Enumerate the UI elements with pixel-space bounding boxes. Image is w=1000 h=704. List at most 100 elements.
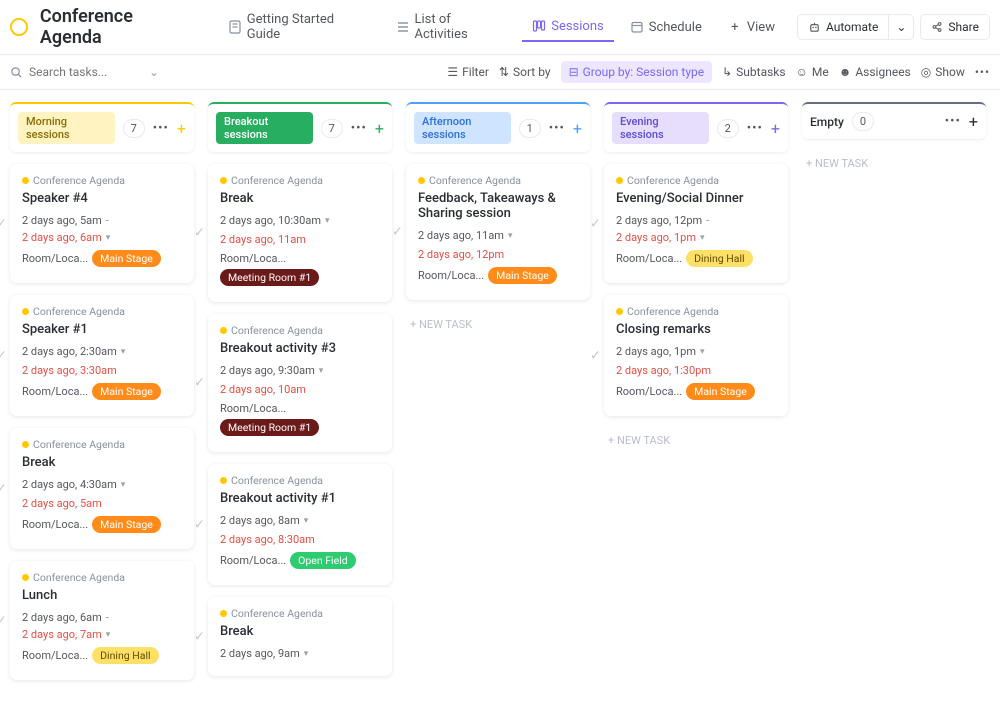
column-label[interactable]: Empty — [810, 115, 844, 129]
column-add[interactable]: + — [375, 119, 384, 138]
location-pill: Dining Hall — [92, 647, 158, 664]
check-icon[interactable]: ✓ — [194, 226, 205, 241]
chevron-down-icon[interactable]: ▾ — [319, 366, 324, 376]
task-card[interactable]: ✓Conference AgendaBreak2 days ago, 10:30… — [208, 164, 392, 302]
column-more[interactable]: ••• — [549, 121, 565, 136]
chevron-down-icon[interactable]: ▾ — [304, 516, 309, 526]
start-time: 2 days ago, 9am — [220, 647, 300, 660]
column-more[interactable]: ••• — [945, 114, 961, 129]
column-label[interactable]: Breakout sessions — [216, 112, 313, 144]
search-dropdown[interactable]: ⌄ — [149, 65, 159, 79]
new-task-button[interactable]: + NEW TASK — [406, 312, 590, 337]
chevron-down-icon[interactable]: ▾ — [508, 231, 513, 241]
filter-button[interactable]: ☰Filter — [447, 65, 489, 79]
card-title: Break — [22, 455, 182, 470]
task-card[interactable]: ✓Conference AgendaBreakout activity #12 … — [208, 464, 392, 585]
task-card[interactable]: ✓Conference AgendaSpeaker #42 days ago, … — [10, 164, 194, 283]
check-icon[interactable]: ✓ — [194, 629, 205, 644]
card-title: Lunch — [22, 588, 182, 603]
search-input[interactable] — [29, 65, 139, 79]
card-time-row: 2 days ago, 10:30am ▾ — [220, 214, 380, 227]
check-icon[interactable]: ✓ — [0, 481, 7, 496]
check-icon[interactable]: ✓ — [0, 216, 7, 231]
card-due-row: 2 days ago, 12pm — [418, 248, 578, 261]
location-pill: Main Stage — [92, 516, 161, 533]
task-card[interactable]: ✓Conference AgendaClosing remarks2 days … — [604, 295, 788, 416]
automate-dropdown[interactable]: ⌄ — [889, 14, 914, 40]
check-icon[interactable]: ✓ — [590, 216, 601, 231]
toolbar-more[interactable]: ••• — [975, 65, 990, 79]
status-dot-icon — [220, 477, 227, 484]
column-label[interactable]: Morning sessions — [18, 112, 115, 144]
chevron-down-icon[interactable]: ▾ — [700, 347, 705, 357]
card-time-row: 2 days ago, 4:30am ▾ — [22, 478, 182, 491]
column-header: Empty0•••+ — [802, 102, 986, 139]
card-breadcrumb: Conference Agenda — [616, 305, 776, 318]
check-icon[interactable]: ✓ — [590, 348, 601, 363]
column-afternoon: Afternoon sessions1•••+✓Conference Agend… — [406, 102, 590, 337]
start-time: 2 days ago, 6am — [22, 611, 102, 624]
chevron-down-icon[interactable]: ▾ — [700, 233, 705, 243]
filter-icon: ☰ — [447, 65, 458, 79]
chevron-down-icon[interactable]: ▾ — [304, 649, 309, 659]
check-icon[interactable]: ✓ — [194, 376, 205, 391]
sort-button[interactable]: ⇅Sort by — [499, 65, 551, 79]
column-add[interactable]: + — [177, 119, 186, 138]
task-card[interactable]: ✓Conference AgendaLunch2 days ago, 6am -… — [10, 561, 194, 680]
card-time-row: 2 days ago, 6am - 2 days ago, 7am ▾ — [22, 611, 182, 641]
check-icon[interactable]: ✓ — [0, 348, 7, 363]
kanban-board: Morning sessions7•••+✓Conference AgendaS… — [0, 90, 1000, 704]
chevron-down-icon[interactable]: ▾ — [106, 630, 111, 640]
check-icon[interactable]: ✓ — [0, 613, 7, 628]
chevron-down-icon[interactable]: ▾ — [121, 347, 126, 357]
task-card[interactable]: ✓Conference AgendaSpeaker #12 days ago, … — [10, 295, 194, 416]
location-label: Room/Loca... — [22, 649, 88, 662]
column-more[interactable]: ••• — [351, 121, 367, 136]
nav-list-activities[interactable]: List of Activities — [386, 6, 517, 48]
card-time-row: 2 days ago, 8am ▾ — [220, 514, 380, 527]
chevron-down-icon[interactable]: ▾ — [106, 233, 111, 243]
column-label[interactable]: Afternoon sessions — [414, 112, 511, 144]
automate-button[interactable]: Automate — [797, 14, 889, 40]
column-add[interactable]: + — [573, 119, 582, 138]
column-add[interactable]: + — [771, 119, 780, 138]
nav-getting-started[interactable]: Getting Started Guide — [218, 6, 380, 48]
crumb-text: Conference Agenda — [231, 324, 323, 337]
column-add[interactable]: + — [969, 112, 978, 131]
column-more[interactable]: ••• — [747, 121, 763, 136]
assignees-button[interactable]: ☻Assignees — [839, 65, 911, 79]
share-button[interactable]: Share — [920, 14, 990, 40]
task-card[interactable]: ✓Conference AgendaFeedback, Takeaways & … — [406, 164, 590, 300]
status-dot-icon — [616, 308, 623, 315]
group-by-button[interactable]: ⊟Group by: Session type — [561, 61, 713, 83]
new-task-button[interactable]: + NEW TASK — [802, 151, 986, 176]
new-task-button[interactable]: + NEW TASK — [604, 428, 788, 453]
card-title: Feedback, Takeaways & Sharing session — [418, 191, 578, 221]
task-card[interactable]: ✓Conference AgendaBreak2 days ago, 9am ▾ — [208, 597, 392, 676]
crumb-text: Conference Agenda — [33, 174, 125, 187]
start-time: 2 days ago, 8am — [220, 514, 300, 527]
task-card[interactable]: ✓Conference AgendaBreak2 days ago, 4:30a… — [10, 428, 194, 549]
nav-schedule[interactable]: Schedule — [620, 14, 712, 41]
column-label[interactable]: Evening sessions — [612, 112, 709, 144]
show-button[interactable]: ◎Show — [921, 65, 965, 79]
nav-add-view[interactable]: + View — [718, 14, 785, 41]
crumb-text: Conference Agenda — [33, 571, 125, 584]
chevron-down-icon[interactable]: ▾ — [121, 480, 126, 490]
column-more[interactable]: ••• — [153, 121, 169, 136]
task-card[interactable]: ✓Conference AgendaEvening/Social Dinner2… — [604, 164, 788, 283]
task-card[interactable]: ✓Conference AgendaBreakout activity #32 … — [208, 314, 392, 452]
crumb-text: Conference Agenda — [627, 174, 719, 187]
check-icon[interactable]: ✓ — [392, 225, 403, 240]
card-breadcrumb: Conference Agenda — [616, 174, 776, 187]
location-pill: Main Stage — [488, 267, 557, 284]
nav-sessions[interactable]: Sessions — [522, 13, 614, 42]
robot-icon — [808, 21, 821, 34]
card-due-row: 2 days ago, 11am — [220, 233, 380, 246]
chevron-down-icon[interactable]: ▾ — [325, 216, 330, 226]
status-dot-icon — [616, 177, 623, 184]
me-button[interactable]: ☺Me — [796, 65, 829, 79]
nav-label: Getting Started Guide — [247, 12, 370, 42]
subtasks-button[interactable]: ↳Subtasks — [722, 65, 785, 79]
check-icon[interactable]: ✓ — [194, 517, 205, 532]
